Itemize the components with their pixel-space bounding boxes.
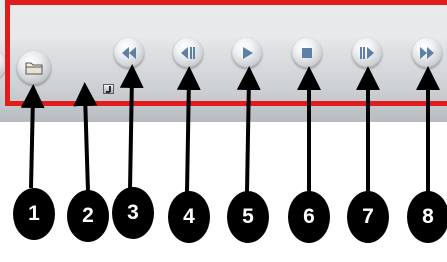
- arrow-2: [73, 82, 98, 193]
- arrow-5: [236, 66, 261, 193]
- arrow-4: [176, 66, 201, 193]
- callout-7: 7: [347, 191, 389, 243]
- callout-1: 1: [13, 188, 55, 240]
- callout-8: 8: [407, 191, 447, 243]
- callout-6: 6: [288, 191, 330, 243]
- callout-4: 4: [168, 191, 210, 243]
- arrow-3: [119, 64, 144, 191]
- callout-2: 2: [67, 190, 109, 242]
- arrow-1: [20, 84, 45, 189]
- callout-3: 3: [112, 187, 154, 239]
- callout-5: 5: [227, 191, 269, 243]
